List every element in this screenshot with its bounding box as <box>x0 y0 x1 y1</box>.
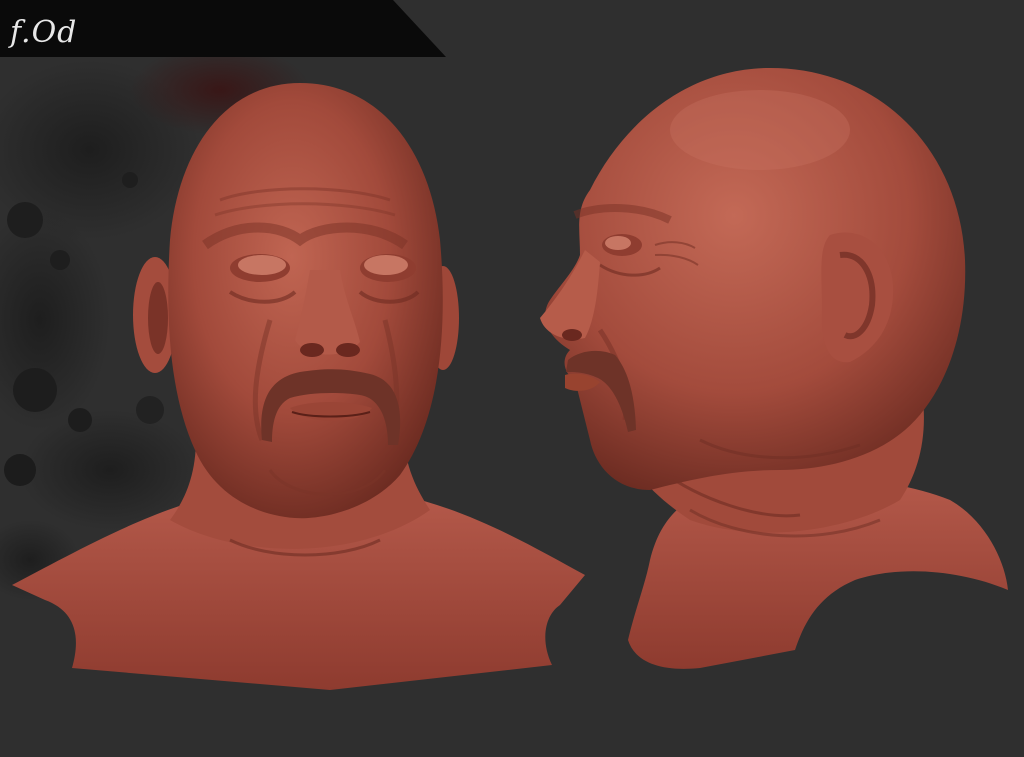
artist-signature: f.Od <box>10 10 90 55</box>
render-canvas: f.Od <box>0 0 1024 757</box>
signature-text: f.Od <box>10 15 78 50</box>
render-svg <box>0 0 1008 690</box>
side-view-bust <box>540 68 1008 669</box>
